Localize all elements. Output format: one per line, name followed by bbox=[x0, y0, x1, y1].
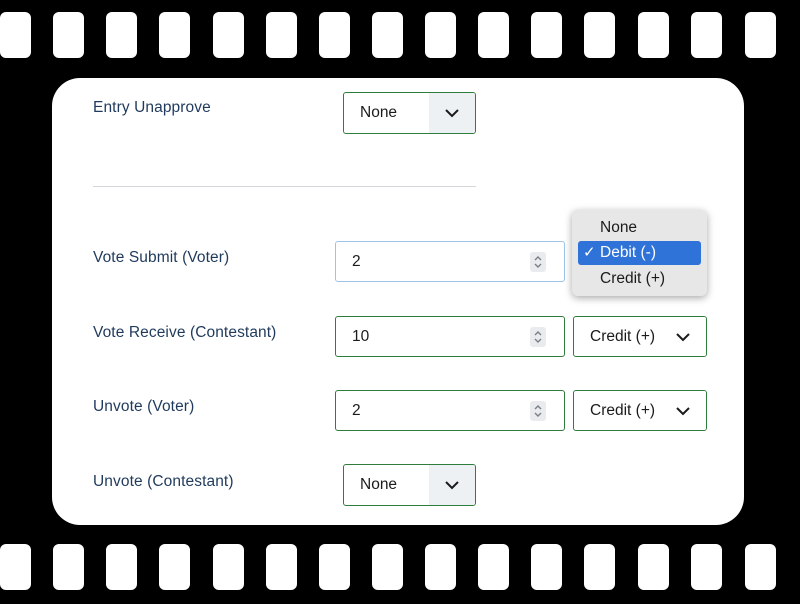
spinner-updown-icon[interactable] bbox=[530, 400, 546, 421]
film-perforation bbox=[531, 544, 562, 590]
film-perforation bbox=[745, 544, 776, 590]
unvote-voter-points-input[interactable]: 2 bbox=[335, 390, 565, 431]
unvote-voter-label: Unvote (Voter) bbox=[93, 398, 195, 415]
film-perforation bbox=[53, 12, 84, 58]
film-perforation bbox=[159, 12, 190, 58]
film-perforation bbox=[319, 12, 350, 58]
settings-card bbox=[52, 78, 744, 525]
checkmark-icon: ✓ bbox=[583, 244, 596, 261]
film-perforation bbox=[584, 12, 615, 58]
film-perforation bbox=[478, 544, 509, 590]
film-perforation bbox=[159, 544, 190, 590]
film-perforation bbox=[213, 12, 244, 58]
film-perforation bbox=[53, 544, 84, 590]
film-perforation bbox=[745, 12, 776, 58]
unvote-voter-type-select[interactable]: Credit (+) bbox=[573, 390, 707, 431]
spinner-updown-icon[interactable] bbox=[530, 326, 546, 347]
dropdown-option-label: Credit (+) bbox=[600, 270, 666, 287]
vote-receive-points-value: 10 bbox=[352, 327, 370, 345]
chevron-down-icon bbox=[660, 391, 706, 430]
entry-unapprove-label: Entry Unapprove bbox=[93, 99, 211, 116]
film-perforation bbox=[531, 12, 562, 58]
film-perforation bbox=[425, 12, 456, 58]
entry-unapprove-select-value: None bbox=[360, 104, 398, 121]
film-perforation bbox=[372, 12, 403, 58]
film-perforation bbox=[425, 544, 456, 590]
film-perforation bbox=[213, 544, 244, 590]
unvote-voter-type-value: Credit (+) bbox=[590, 401, 656, 419]
vote-receive-type-value: Credit (+) bbox=[590, 327, 656, 345]
film-perforation bbox=[691, 12, 722, 58]
film-perforation bbox=[106, 544, 137, 590]
section-divider bbox=[93, 186, 476, 187]
film-perforation bbox=[584, 544, 615, 590]
vote-receive-type-select[interactable]: Credit (+) bbox=[573, 316, 707, 357]
film-perforation bbox=[638, 544, 669, 590]
film-perforation bbox=[0, 544, 31, 590]
film-perforation bbox=[319, 544, 350, 590]
vote-receive-label: Vote Receive (Contestant) bbox=[93, 324, 277, 341]
unvote-contestant-select[interactable]: None bbox=[343, 464, 476, 506]
vote-submit-points-value: 2 bbox=[352, 252, 361, 270]
dropdown-option-label: None bbox=[600, 219, 638, 236]
chevron-down-icon bbox=[429, 465, 475, 505]
film-perforation bbox=[266, 544, 297, 590]
dropdown-option-debit[interactable]: ✓ Debit (-) bbox=[578, 241, 701, 265]
vote-receive-points-input[interactable]: 10 bbox=[335, 316, 565, 357]
film-perforation bbox=[691, 544, 722, 590]
vote-submit-type-dropdown: None ✓ Debit (-) Credit (+) bbox=[572, 210, 707, 296]
film-perforation bbox=[106, 12, 137, 58]
film-perforation bbox=[372, 544, 403, 590]
film-perforation bbox=[478, 12, 509, 58]
dropdown-option-label: Debit (-) bbox=[600, 244, 656, 261]
unvote-contestant-select-value: None bbox=[360, 476, 398, 493]
spinner-updown-icon[interactable] bbox=[530, 251, 546, 272]
film-perforations-bottom bbox=[0, 544, 800, 592]
dropdown-option-credit[interactable]: Credit (+) bbox=[578, 267, 701, 291]
entry-unapprove-select[interactable]: None bbox=[343, 92, 476, 134]
film-perforation bbox=[0, 12, 31, 58]
dropdown-option-none[interactable]: None bbox=[578, 216, 701, 240]
film-perforation bbox=[266, 12, 297, 58]
unvote-contestant-label: Unvote (Contestant) bbox=[93, 473, 234, 490]
chevron-down-icon bbox=[429, 93, 475, 133]
chevron-down-icon bbox=[660, 317, 706, 356]
film-perforations-top bbox=[0, 12, 800, 60]
vote-submit-label: Vote Submit (Voter) bbox=[93, 249, 230, 266]
unvote-voter-points-value: 2 bbox=[352, 401, 361, 419]
film-perforation bbox=[638, 12, 669, 58]
vote-submit-points-input[interactable]: 2 bbox=[335, 241, 565, 282]
